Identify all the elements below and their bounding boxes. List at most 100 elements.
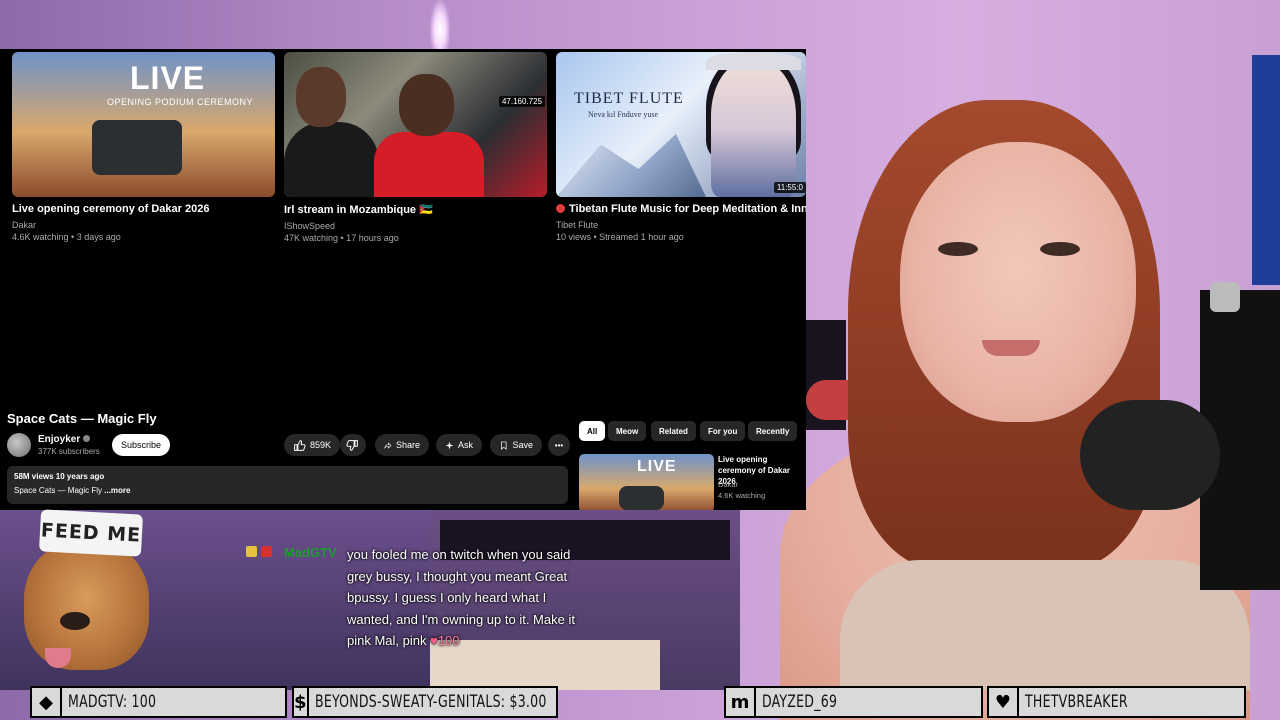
- like-button[interactable]: 859K: [284, 434, 340, 456]
- thumb-subtext: Neva kıl Fnduve yuse: [588, 110, 658, 119]
- truck-image: [619, 486, 664, 510]
- microphone: [1080, 400, 1220, 510]
- thumbs-down-icon: [346, 439, 358, 451]
- alert-text: THETVBREAKER: [1025, 692, 1128, 712]
- chat-username: MadGTV: [284, 545, 337, 560]
- alert-bar-follower: ♥ THETVBREAKER: [987, 686, 1246, 718]
- live-dot-icon: [556, 204, 565, 213]
- save-label: Save: [512, 440, 533, 450]
- heart-icon: ♥: [989, 688, 1019, 716]
- bookmark-icon: [501, 441, 507, 450]
- streamer-eye-left: [938, 242, 978, 256]
- recommended-card[interactable]: LIVE OPENING PODIUM CEREMONY Live openin…: [12, 52, 275, 243]
- video-meta: 47K watching • 17 hours ago: [284, 233, 399, 243]
- thumb-title: TIBET FLUTE: [574, 90, 684, 107]
- chip-recently[interactable]: Recently: [748, 421, 798, 441]
- headdress-image: [706, 52, 801, 70]
- badge-icon: [261, 546, 272, 557]
- side-video-thumbnail[interactable]: LIVE: [579, 454, 714, 510]
- video-title[interactable]: Irl stream in Mozambique 🇲🇿: [284, 203, 547, 216]
- thumb-live-text: LIVE: [130, 60, 206, 96]
- alert-text: MADGTV: 100: [68, 692, 157, 712]
- channel-name-main[interactable]: Enjoyker: [38, 434, 80, 445]
- mountain-image: [556, 134, 706, 197]
- thumbs-up-icon: [294, 439, 306, 451]
- video-meta: 10 views • Streamed 1 hour ago: [556, 232, 684, 242]
- description-box[interactable]: 58M views 10 years ago Space Cats — Magi…: [7, 466, 568, 504]
- person-image: [296, 67, 346, 127]
- side-channel-name[interactable]: Dakar: [718, 479, 765, 490]
- more-link[interactable]: ...more: [104, 486, 130, 495]
- recommended-card[interactable]: 47.160.725 Irl stream in Mozambique 🇲🇿 I…: [284, 52, 547, 244]
- alert-bar-member: m DAYZED_69: [724, 686, 983, 718]
- verified-icon: [83, 435, 91, 442]
- more-icon: •••: [554, 440, 564, 450]
- more-actions-button[interactable]: •••: [548, 434, 570, 456]
- alert-bar-top-donor: $ BEYONDS-SWEATY-GENITALS: $3.00: [292, 686, 558, 718]
- person-image: [284, 122, 379, 197]
- ask-button[interactable]: Ask: [436, 434, 482, 456]
- woman-image: [711, 62, 796, 197]
- recommended-card[interactable]: TIBET FLUTE Neva kıl Fnduve yuse 11:55:0…: [556, 52, 806, 243]
- streamer-eye-right: [1040, 242, 1080, 256]
- avatar[interactable]: [7, 433, 31, 457]
- video-thumbnail[interactable]: LIVE OPENING PODIUM CEREMONY: [12, 52, 275, 197]
- sparkle-icon: [445, 441, 454, 449]
- youtube-window: LIVE OPENING PODIUM CEREMONY Live openin…: [0, 49, 806, 510]
- channel-name[interactable]: IShowSpeed: [284, 220, 547, 232]
- streamer-face: [900, 142, 1136, 422]
- person-image: [374, 132, 484, 197]
- hat-text: FEED ME: [40, 519, 142, 547]
- subscriber-count: 377K subscribers: [38, 447, 100, 456]
- side-video-meta: 4.6K watching: [718, 491, 766, 500]
- ask-label: Ask: [457, 440, 473, 450]
- chat-badges: [246, 546, 272, 557]
- person-image: [399, 74, 454, 136]
- video-thumbnail[interactable]: 47.160.725: [284, 52, 547, 197]
- streamer-top: [840, 560, 1250, 690]
- channel-name[interactable]: Tibet Flute: [556, 219, 806, 231]
- truck-image: [92, 120, 182, 175]
- alert-text: BEYONDS-SWEATY-GENITALS: $3.00: [314, 692, 547, 712]
- video-meta: 4.6K watching • 3 days ago: [12, 232, 121, 242]
- dislike-button[interactable]: [340, 434, 366, 456]
- alert-text: DAYZED_69: [762, 692, 838, 712]
- chip-meow[interactable]: Meow: [608, 421, 647, 441]
- diamond-icon: ◆: [32, 688, 62, 716]
- mic-clamp: [1210, 282, 1240, 312]
- save-button[interactable]: Save: [490, 434, 542, 456]
- video-thumbnail[interactable]: TIBET FLUTE Neva kıl Fnduve yuse 11:55:0: [556, 52, 806, 197]
- view-count: 58M views 10 years ago: [14, 472, 105, 481]
- duration-badge: 11:55:0: [773, 182, 806, 193]
- share-icon: [384, 441, 392, 449]
- viewer-badge: 47.160.725: [498, 96, 545, 107]
- streamer-mouth: [982, 340, 1040, 356]
- description-text: Space Cats — Magic Fly: [14, 486, 103, 495]
- video-title[interactable]: Live opening ceremony of Dakar 2026: [12, 203, 275, 215]
- chip-for-you[interactable]: For you: [700, 421, 746, 441]
- video-player[interactable]: [0, 249, 806, 401]
- share-label: Share: [395, 440, 420, 450]
- video-title-main: Space Cats — Magic Fly: [7, 411, 157, 426]
- share-button[interactable]: Share: [375, 434, 429, 456]
- feed-me-hat: FEED ME: [38, 509, 144, 557]
- dog-image: [24, 540, 149, 670]
- alert-bar-latest-donor: ◆ MADGTV: 100: [30, 686, 287, 718]
- chip-related[interactable]: Related: [651, 421, 696, 441]
- channel-name[interactable]: Dakar: [12, 219, 275, 231]
- video-title[interactable]: Tibetan Flute Music for Deep Meditation …: [569, 203, 806, 215]
- chip-all[interactable]: All: [579, 421, 606, 441]
- thumb-live-text: LIVE: [637, 458, 677, 475]
- like-count: 859K: [309, 440, 331, 450]
- subscribe-button[interactable]: Subscribe: [112, 434, 170, 456]
- thumb-subtext: OPENING PODIUM CEREMONY: [107, 97, 254, 107]
- chat-message-text: you fooled me on twitch when you said gr…: [347, 547, 575, 648]
- chat-message: you fooled me on twitch when you said gr…: [347, 544, 575, 652]
- chat-amount: 100: [437, 633, 460, 648]
- dollar-icon: $: [294, 688, 309, 716]
- badge-icon: [246, 546, 257, 557]
- heart-icon: ♥: [430, 633, 438, 648]
- m-logo-icon: m: [726, 688, 756, 716]
- dog-nose: [60, 612, 90, 630]
- can-banner: [1252, 55, 1280, 285]
